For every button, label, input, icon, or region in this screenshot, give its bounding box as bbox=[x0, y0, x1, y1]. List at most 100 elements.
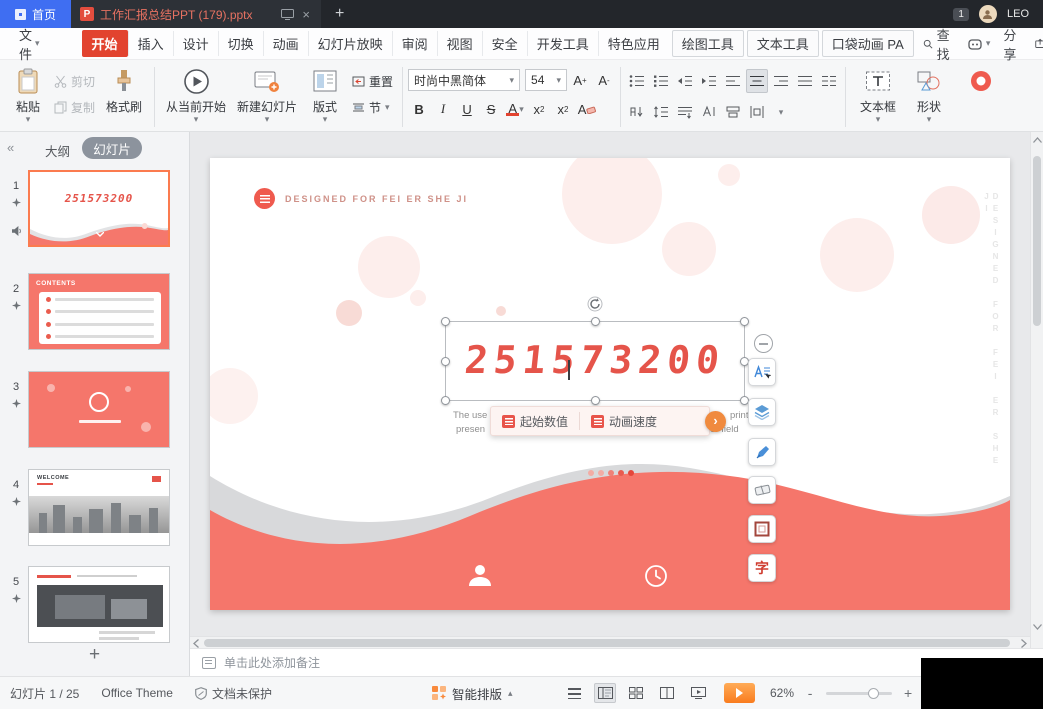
layout-button[interactable]: 版式 ▾ bbox=[302, 64, 348, 124]
animation-star-icon[interactable] bbox=[12, 497, 21, 506]
cropped-ribbon-button[interactable] bbox=[955, 64, 1007, 96]
slide-thumbnail-4[interactable]: WELCOME bbox=[28, 469, 170, 546]
animation-star-icon[interactable] bbox=[12, 399, 21, 408]
text-tool-button[interactable] bbox=[748, 358, 776, 386]
zoom-out-button[interactable]: - bbox=[803, 685, 817, 701]
subscript-button[interactable]: x2 bbox=[552, 98, 574, 120]
anim-speed-button[interactable]: 动画速度 bbox=[580, 407, 668, 435]
italic-button[interactable]: I bbox=[432, 98, 454, 120]
avatar[interactable] bbox=[979, 5, 997, 23]
underline-button[interactable]: U bbox=[456, 98, 478, 120]
increase-indent-button[interactable] bbox=[698, 69, 720, 93]
copy-button[interactable]: 复制 bbox=[54, 99, 95, 116]
play-slideshow-button[interactable] bbox=[724, 683, 755, 703]
cut-button[interactable]: 剪切 bbox=[54, 73, 95, 90]
tab-animation[interactable]: 动画 bbox=[263, 31, 308, 56]
slideshow-view-button[interactable] bbox=[687, 683, 709, 703]
tab-drawing-tools[interactable]: 绘图工具 bbox=[672, 30, 744, 57]
start-value-button[interactable]: 起始数值 bbox=[491, 407, 579, 435]
slide-sorter-button[interactable] bbox=[625, 683, 647, 703]
horizontal-scroll-thumb[interactable] bbox=[204, 639, 1010, 647]
justify-button[interactable] bbox=[794, 69, 816, 93]
eraser-tool-button[interactable] bbox=[748, 476, 776, 504]
tab-slides[interactable]: 幻灯片 bbox=[82, 137, 142, 159]
superscript-button[interactable]: x2 bbox=[528, 98, 550, 120]
slide-editing-area[interactable]: DESIGNED FOR FEI ER SHE JI DESIGNED FOR … bbox=[210, 158, 1010, 610]
align-objects-button[interactable] bbox=[722, 100, 744, 124]
frame-tool-button[interactable] bbox=[748, 515, 776, 543]
person-icon[interactable] bbox=[467, 562, 493, 588]
layers-tool-button[interactable] bbox=[748, 398, 776, 426]
tab-slideshow[interactable]: 幻灯片放映 bbox=[308, 31, 392, 56]
close-tab-icon[interactable]: × bbox=[300, 7, 312, 22]
vertical-scroll-thumb[interactable] bbox=[1033, 156, 1041, 326]
slide-thumbnail-3[interactable] bbox=[28, 371, 170, 448]
slide-thumbnail-1[interactable]: 251573200 bbox=[28, 170, 170, 247]
tab-transition[interactable]: 切换 bbox=[218, 31, 263, 56]
document-tab[interactable]: P 工作汇报总结PPT (179).pptx × bbox=[71, 0, 321, 28]
normal-view-button[interactable] bbox=[594, 683, 616, 703]
tab-devtools[interactable]: 开发工具 bbox=[527, 31, 598, 56]
clock-icon[interactable] bbox=[644, 564, 668, 588]
smart-layout-button[interactable]: 智能排版 ▴ bbox=[432, 677, 513, 709]
strikethrough-button[interactable]: S bbox=[480, 98, 502, 120]
tab-view[interactable]: 视图 bbox=[437, 31, 482, 56]
format-painter-button[interactable]: 格式刷 bbox=[99, 64, 149, 115]
share-button[interactable]: 分享 bbox=[1003, 25, 1022, 63]
resize-handle-ne[interactable] bbox=[740, 317, 749, 326]
scroll-up-icon[interactable] bbox=[1033, 137, 1042, 143]
play-from-current-button[interactable]: 从当前开始 ▾ bbox=[160, 64, 232, 124]
align-right-button[interactable] bbox=[770, 69, 792, 93]
notes-placeholder[interactable]: 单击此处添加备注 bbox=[224, 654, 320, 671]
theme-name[interactable]: Office Theme bbox=[101, 686, 173, 700]
notes-toggle-button[interactable] bbox=[563, 683, 585, 703]
slide-thumbnail-5[interactable] bbox=[28, 566, 170, 643]
clear-format-button[interactable]: A bbox=[576, 98, 598, 120]
bullet-list-button[interactable] bbox=[626, 69, 648, 93]
increase-font-button[interactable]: A+ bbox=[569, 69, 591, 91]
resize-handle-s[interactable] bbox=[591, 396, 600, 405]
zoom-slider[interactable] bbox=[826, 692, 892, 695]
file-menu[interactable]: 文件 ▾ bbox=[19, 25, 40, 63]
reading-view-button[interactable] bbox=[656, 683, 678, 703]
zoom-slider-knob[interactable] bbox=[868, 688, 879, 699]
pen-tool-button[interactable] bbox=[748, 438, 776, 466]
tab-security[interactable]: 安全 bbox=[482, 31, 527, 56]
character-tool-button[interactable]: 字 bbox=[748, 554, 776, 582]
protection-status[interactable]: 文档未保护 bbox=[195, 685, 272, 702]
text-vertical-button[interactable] bbox=[698, 100, 720, 124]
assistant-button[interactable]: ▾ bbox=[968, 38, 991, 50]
animation-star-icon[interactable] bbox=[12, 301, 21, 310]
font-color-button[interactable]: A ▾ bbox=[504, 98, 526, 120]
publish-icon[interactable] bbox=[1035, 37, 1043, 50]
resize-handle-sw[interactable] bbox=[441, 396, 450, 405]
paragraph-spacing-button[interactable] bbox=[674, 100, 696, 124]
scroll-right-icon[interactable] bbox=[1021, 639, 1027, 648]
decrease-indent-button[interactable] bbox=[674, 69, 696, 93]
find-button[interactable]: 查找 bbox=[923, 25, 955, 63]
zoom-level[interactable]: 62% bbox=[770, 686, 794, 700]
tab-text-tools[interactable]: 文本工具 bbox=[747, 30, 819, 57]
section-button[interactable]: 节 ▾ bbox=[352, 99, 393, 116]
columns-button[interactable] bbox=[818, 69, 840, 93]
new-tab-button[interactable]: + bbox=[321, 0, 358, 28]
selected-textbox[interactable]: 251573200 bbox=[445, 321, 745, 401]
font-size-select[interactable]: 54 ▾ bbox=[525, 69, 567, 91]
align-left-button[interactable] bbox=[722, 69, 744, 93]
decrease-font-button[interactable]: A- bbox=[593, 69, 615, 91]
align-center-button[interactable] bbox=[746, 69, 768, 93]
paste-button[interactable]: 粘贴 ▾ bbox=[6, 64, 50, 124]
vertical-scrollbar[interactable] bbox=[1030, 132, 1043, 648]
collapse-tools-button[interactable] bbox=[754, 334, 773, 353]
username[interactable]: LEO bbox=[1007, 8, 1029, 20]
tab-design[interactable]: 设计 bbox=[173, 31, 218, 56]
tab-pocket-animation[interactable]: 口袋动画 PA bbox=[822, 30, 914, 57]
animation-star-icon[interactable] bbox=[12, 594, 21, 603]
slide-thumbnail-2[interactable]: CONTENTS bbox=[28, 273, 170, 350]
distribute-button[interactable] bbox=[746, 100, 768, 124]
tab-special[interactable]: 特色应用 bbox=[598, 31, 669, 56]
audio-icon[interactable] bbox=[12, 226, 22, 236]
textbox-button[interactable]: 文本框 ▾ bbox=[851, 64, 905, 124]
bold-button[interactable]: B bbox=[408, 98, 430, 120]
zoom-in-button[interactable]: + bbox=[901, 685, 915, 701]
